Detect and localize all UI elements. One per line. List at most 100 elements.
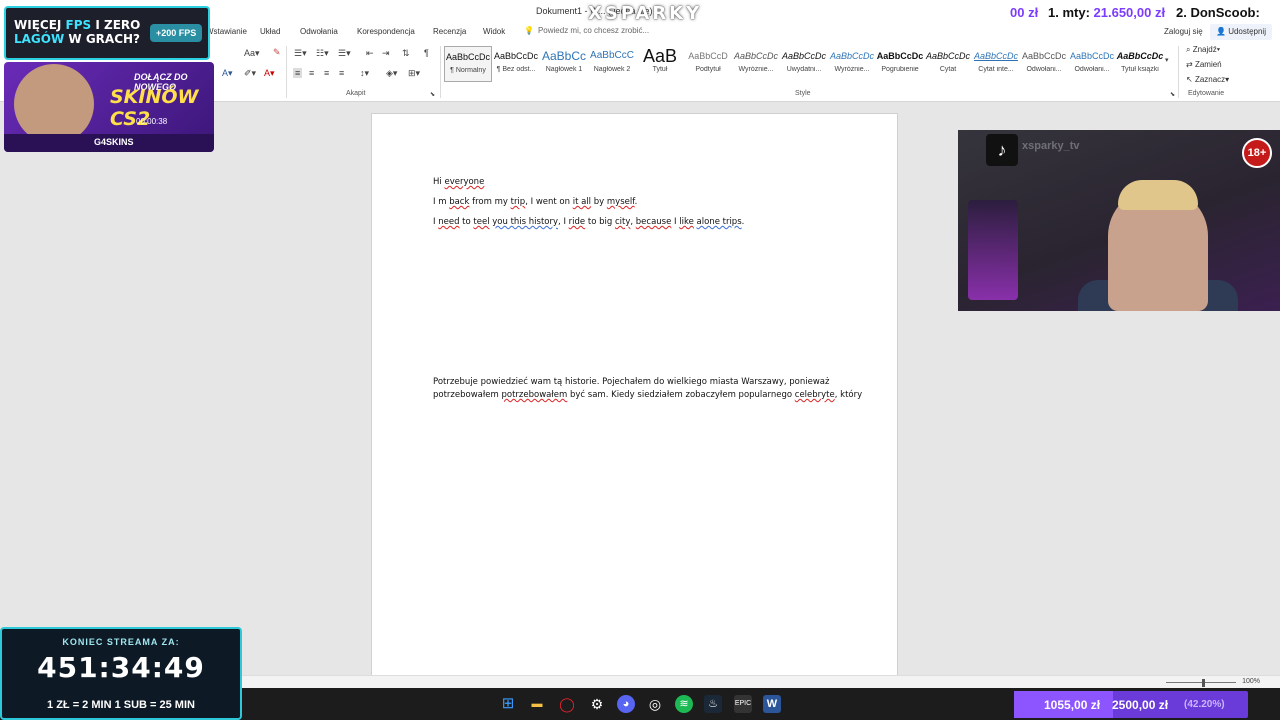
line-spacing-button[interactable]: ↕▾: [360, 68, 369, 79]
text-effects-button[interactable]: A▾: [222, 68, 233, 79]
style-subtle-reference[interactable]: AaBbCcDc Odwołani...: [1020, 46, 1068, 82]
g4skins-logo: G4SKINS: [94, 137, 134, 147]
style-sample: AaBbCcDc: [733, 51, 778, 61]
file-explorer-icon[interactable]: ▬: [528, 695, 546, 713]
style-heading-2[interactable]: AaBbCcC Nagłówek 2: [588, 46, 636, 82]
age-rating-badge: 18+: [1242, 138, 1272, 168]
document-line-2[interactable]: I m back from my trip, I went on it all …: [433, 197, 637, 207]
discord-icon[interactable]: ◕: [617, 695, 635, 713]
style-book-title[interactable]: AaBbCcDc Tytuł książki: [1116, 46, 1164, 82]
show-marks-button[interactable]: ¶: [424, 48, 429, 58]
countdown-timer: 451:34:49: [37, 651, 205, 684]
ticker-item: 1. mty: 21.650,00 zł: [1048, 5, 1166, 20]
document-line-5[interactable]: potrzebowałem potrzebowałem być sam. Kie…: [433, 390, 862, 400]
style-subtle-emphasis[interactable]: AaBbCcDc Wyróżnie...: [732, 46, 780, 82]
document-page[interactable]: Hi everyone I m back from my trip, I wen…: [371, 113, 898, 683]
tab-view[interactable]: Widok: [483, 27, 505, 36]
style-name: Tytuł książki: [1121, 66, 1159, 73]
ticker-item: 2. DonScoob:: [1176, 5, 1260, 20]
tab-layout[interactable]: Układ: [260, 27, 280, 36]
style-title[interactable]: AaB Tytuł: [636, 46, 684, 82]
style-no-spacing[interactable]: AaBbCcDc ¶ Bez odst...: [492, 46, 540, 82]
align-right-button[interactable]: ≡: [324, 68, 329, 78]
align-center-button[interactable]: ≡: [309, 68, 314, 78]
multilevel-button[interactable]: ☰▾: [338, 48, 351, 59]
ticker-item: 00 zł: [1010, 5, 1039, 20]
highlight-button[interactable]: ✐▾: [244, 68, 256, 79]
find-button[interactable]: ⌕ Znajdź▾: [1186, 45, 1220, 55]
style-intense-reference[interactable]: AaBbCcDc Odwołani...: [1068, 46, 1116, 82]
sign-in-link[interactable]: Zaloguj się: [1164, 27, 1203, 36]
stream-brand: XSPARKY: [588, 3, 703, 24]
donation-goal: 1055,00 zł 2500,00 zł (42.20%): [1014, 691, 1248, 718]
increase-indent-button[interactable]: ⇥: [382, 48, 390, 59]
style-name: Uwydatni...: [786, 66, 822, 73]
obs-icon[interactable]: ◎: [646, 695, 664, 713]
sort-button[interactable]: ⇅: [402, 48, 410, 59]
promo-avatar: [14, 64, 94, 144]
tab-references[interactable]: Odwołania: [300, 27, 338, 36]
align-left-button[interactable]: ≡: [293, 68, 303, 78]
tiktok-icon: ♪: [986, 134, 1018, 166]
style-quote[interactable]: AaBbCcDc Cytat: [924, 46, 972, 82]
style-subtitle[interactable]: AaBbCcD Podtytuł: [684, 46, 732, 82]
style-sample: AaBbCcD: [688, 51, 728, 61]
style-sample: AaBbCcC: [590, 50, 634, 61]
font-color-button[interactable]: A▾: [264, 68, 275, 79]
zoom-slider-thumb[interactable]: [1202, 679, 1205, 687]
zoom-level[interactable]: 100%: [1242, 678, 1260, 685]
style-name: Wyróżnie...: [738, 66, 774, 73]
tab-insert[interactable]: Wstawianie: [206, 27, 247, 36]
goal-target: 2500,00 zł: [1112, 698, 1169, 712]
select-label: Zaznacz: [1194, 75, 1226, 84]
document-line-4[interactable]: Potrzebuje powiedzieć wam tą historie. P…: [433, 377, 829, 387]
goal-percent: (42.20%): [1184, 699, 1225, 710]
goal-current: 1055,00 zł: [1044, 698, 1101, 712]
skins-promo-banner: DOŁĄCZ DO NOWEGO SKINÓW CS2 00:00:38 G4S…: [4, 62, 214, 152]
decrease-indent-button[interactable]: ⇤: [366, 48, 374, 59]
shading-button[interactable]: ◈▾: [386, 68, 397, 79]
change-case-button[interactable]: Aa▾: [244, 48, 260, 59]
tell-me-placeholder: Powiedz mi, co chcesz zrobić...: [537, 26, 650, 35]
epic-games-icon[interactable]: EPIC: [734, 695, 752, 713]
style-name: Podtytuł: [695, 66, 721, 73]
windows-start-icon[interactable]: ⊞: [499, 695, 517, 713]
style-name: ¶ Normalny: [450, 67, 486, 74]
replace-button[interactable]: ⇄ Zamień: [1186, 60, 1222, 69]
clear-formatting-icon[interactable]: ✎: [273, 47, 281, 58]
style-intense-quote[interactable]: AaBbCcDc Cytat inte...: [972, 46, 1020, 82]
style-intense-emphasis[interactable]: AaBbCcDc Wyróżnie...: [828, 46, 876, 82]
borders-button[interactable]: ⊞▾: [408, 68, 420, 79]
share-button[interactable]: 👤 Udostępnij: [1210, 24, 1272, 40]
style-emphasis[interactable]: AaBbCcDc Uwydatni...: [780, 46, 828, 82]
style-strong[interactable]: AaBbCcDc Pogrubienie: [876, 46, 924, 82]
steam-icon[interactable]: ♨: [704, 695, 722, 713]
tab-review[interactable]: Recenzja: [433, 27, 466, 36]
style-sample: AaBbCcDc: [1069, 51, 1114, 61]
zoom-slider[interactable]: [1166, 682, 1236, 683]
steelseries-icon[interactable]: ⚙: [588, 695, 606, 713]
promo-footer: G4SKINS: [4, 134, 214, 152]
spotify-icon[interactable]: ≋: [675, 695, 693, 713]
style-normal[interactable]: AaBbCcDc ¶ Normalny: [444, 46, 492, 82]
bullets-button[interactable]: ☰▾: [294, 48, 307, 59]
group-label-paragraph: Akapit: [346, 90, 366, 97]
select-button[interactable]: ↖ Zaznacz▾: [1186, 75, 1229, 84]
donation-ticker: 00 zł 1. mty: 21.650,00 zł 2. DonScoob:: [1010, 2, 1280, 22]
share-label: Udostępnij: [1228, 27, 1266, 36]
word-icon[interactable]: W: [763, 695, 781, 713]
numbering-button[interactable]: ☷▾: [316, 48, 329, 59]
style-name: ¶ Bez odst...: [496, 66, 536, 73]
fps-badge: +200 FPS: [150, 24, 203, 42]
tab-mailings[interactable]: Korespondencja: [357, 27, 415, 36]
justify-button[interactable]: ≡: [339, 68, 344, 78]
styles-launcher-icon[interactable]: ⬊: [1170, 91, 1175, 98]
styles-more-icon[interactable]: ▾: [1165, 56, 1169, 64]
style-heading-1[interactable]: AaBbCc Nagłówek 1: [540, 46, 588, 82]
paragraph-launcher-icon[interactable]: ⬊: [430, 91, 435, 98]
opera-icon[interactable]: ◯: [558, 695, 576, 713]
tell-me-box[interactable]: 💡 Powiedz mi, co chcesz zrobić...: [524, 26, 649, 35]
document-line-1[interactable]: Hi everyone: [433, 177, 484, 187]
style-sample: AaBbCcDc: [829, 51, 874, 61]
document-line-3[interactable]: I need to teel you this history, I ride …: [433, 217, 744, 227]
